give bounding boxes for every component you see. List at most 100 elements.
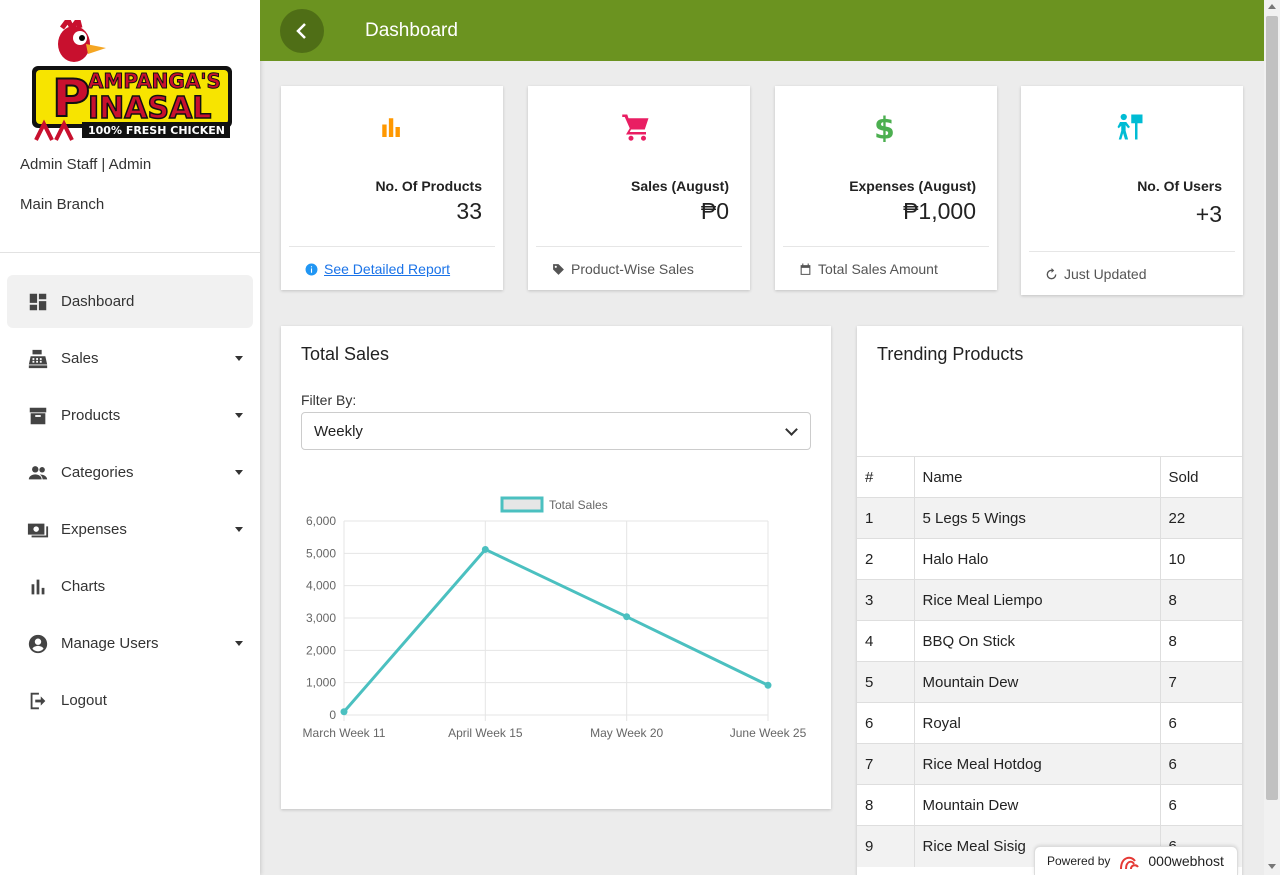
sidebar-item-label: Dashboard (61, 293, 135, 310)
table-row: 15 Legs 5 Wings 22 (857, 497, 1242, 539)
table-row: 5 Mountain Dew 7 (857, 661, 1242, 703)
row-index: 8 (857, 784, 914, 826)
scroll-thumb[interactable] (1266, 16, 1278, 800)
row-index: 5 (857, 661, 914, 703)
sold-count: 6 (1159, 702, 1242, 744)
data-point (340, 708, 348, 716)
card-divider (289, 246, 495, 247)
sidebar-item-label: Products (61, 407, 121, 424)
table-row: 8 Mountain Dew 6 (857, 784, 1242, 826)
user-role-text: Admin Staff | Admin (20, 156, 152, 173)
column-header: Name (913, 456, 1160, 498)
sold-count: 22 (1159, 497, 1242, 539)
sidebar-nav: Dashboard Sales Products Categories Expe… (7, 275, 253, 731)
cash-register-icon (27, 348, 49, 370)
sidebar-item-label: Sales (61, 350, 99, 367)
filter-select[interactable]: Weekly (301, 412, 811, 450)
card-divider (1029, 251, 1235, 252)
stat-footer-text: Total Sales Amount (818, 261, 938, 277)
sold-count: 10 (1159, 538, 1242, 580)
stat-card-products: No. Of Products 33 See Detailed Report (281, 86, 503, 290)
filter-selected-value: Weekly (314, 422, 363, 440)
scroll-down-icon[interactable] (1268, 864, 1276, 869)
sidebar-item-logout[interactable]: Logout (7, 674, 253, 727)
sidebar-item-manage-users[interactable]: Manage Users (7, 617, 253, 670)
table-row: 2 Halo Halo 10 (857, 538, 1242, 580)
page-scrollbar[interactable] (1264, 0, 1280, 875)
bar-chart-icon (382, 118, 400, 137)
table-row: 3 Rice Meal Liempo 8 (857, 579, 1242, 621)
account-circle-icon (27, 633, 49, 655)
sidebar-item-dashboard[interactable]: Dashboard (7, 275, 253, 328)
sold-count: 6 (1159, 743, 1242, 785)
back-button[interactable] (280, 9, 324, 53)
row-index: 6 (857, 702, 914, 744)
stat-label: Sales (August) (630, 178, 729, 194)
legend-label: Total Sales (549, 498, 608, 512)
row-index: 4 (857, 620, 914, 662)
y-tick-label: 6,000 (306, 514, 336, 528)
sidebar-item-label: Manage Users (61, 635, 159, 652)
stat-footer: Just Updated (1045, 266, 1147, 282)
dollar-icon: $ (874, 112, 895, 142)
product-name: Rice Meal Hotdog (913, 743, 1160, 785)
filter-label: Filter By: (301, 392, 357, 408)
archive-icon (27, 405, 49, 427)
chevron-down-icon (235, 527, 243, 532)
y-tick-label: 0 (329, 708, 336, 722)
sidebar-item-sales[interactable]: Sales (7, 332, 253, 385)
chevron-down-icon (235, 413, 243, 418)
sidebar-item-products[interactable]: Products (7, 389, 253, 442)
user-icon (1117, 113, 1143, 140)
logout-icon (27, 690, 49, 712)
powered-by-badge[interactable]: Powered by 000webhost (1034, 846, 1238, 875)
powered-by-text: Powered by (1047, 854, 1111, 868)
trending-table: # Name Sold 15 Legs 5 Wings 22 2 Halo Halo 1… (857, 456, 1242, 867)
stat-value: ₱1,000 (903, 198, 976, 224)
stat-label: No. Of Users (1137, 178, 1222, 194)
sidebar-item-categories[interactable]: Categories (7, 446, 253, 499)
y-tick-label: 4,000 (306, 579, 336, 593)
stat-footer-text: Product-Wise Sales (571, 261, 694, 277)
x-tick-label: June Week 25 (730, 726, 807, 740)
stat-value: 33 (456, 198, 482, 224)
card-divider (536, 246, 742, 247)
sold-count: 8 (1159, 579, 1242, 621)
money-icon (27, 519, 49, 541)
row-index: 2 (857, 538, 914, 580)
product-name: BBQ On Stick (913, 620, 1160, 662)
data-point (623, 613, 631, 621)
svg-text:P: P (52, 69, 90, 129)
sold-count: 8 (1159, 620, 1242, 662)
product-name: 5 Legs 5 Wings (913, 497, 1160, 539)
product-name: Rice Meal Liempo (913, 579, 1160, 621)
y-tick-label: 3,000 (306, 611, 336, 625)
table-row: 4 BBQ On Stick 8 (857, 620, 1242, 662)
see-detailed-report-link[interactable]: See Detailed Report (324, 261, 450, 277)
product-name: Mountain Dew (913, 784, 1160, 826)
chevron-down-icon (235, 470, 243, 475)
chevron-down-icon (785, 423, 798, 436)
branch-text: Main Branch (20, 196, 105, 213)
stat-card-expenses: $ Expenses (August) ₱1,000 Total Sales A… (775, 86, 997, 290)
webhost-logo-icon (1120, 856, 1140, 870)
sold-count: 6 (1159, 784, 1242, 826)
row-index: 3 (857, 579, 914, 621)
sidebar-item-expenses[interactable]: Expenses (7, 503, 253, 556)
trending-products-card: Trending Products # Name Sold 15 Legs 5 … (857, 326, 1242, 875)
column-header: Sold (1159, 456, 1242, 498)
scroll-up-icon[interactable] (1268, 4, 1276, 9)
product-name: Royal (913, 702, 1160, 744)
svg-text:AMPANGA'S: AMPANGA'S (88, 69, 221, 93)
sold-count: 7 (1159, 661, 1242, 703)
calendar-icon (800, 263, 811, 275)
top-bar: Dashboard (260, 0, 1264, 61)
sidebar-item-label: Expenses (61, 521, 127, 538)
series-line (342, 547, 769, 713)
stat-label: No. Of Products (375, 178, 482, 194)
row-index: 7 (857, 743, 914, 785)
sidebar-item-charts[interactable]: Charts (7, 560, 253, 613)
column-header: # (857, 456, 914, 498)
stat-footer: See Detailed Report (305, 261, 450, 277)
svg-text:INASAL: INASAL (88, 91, 211, 126)
